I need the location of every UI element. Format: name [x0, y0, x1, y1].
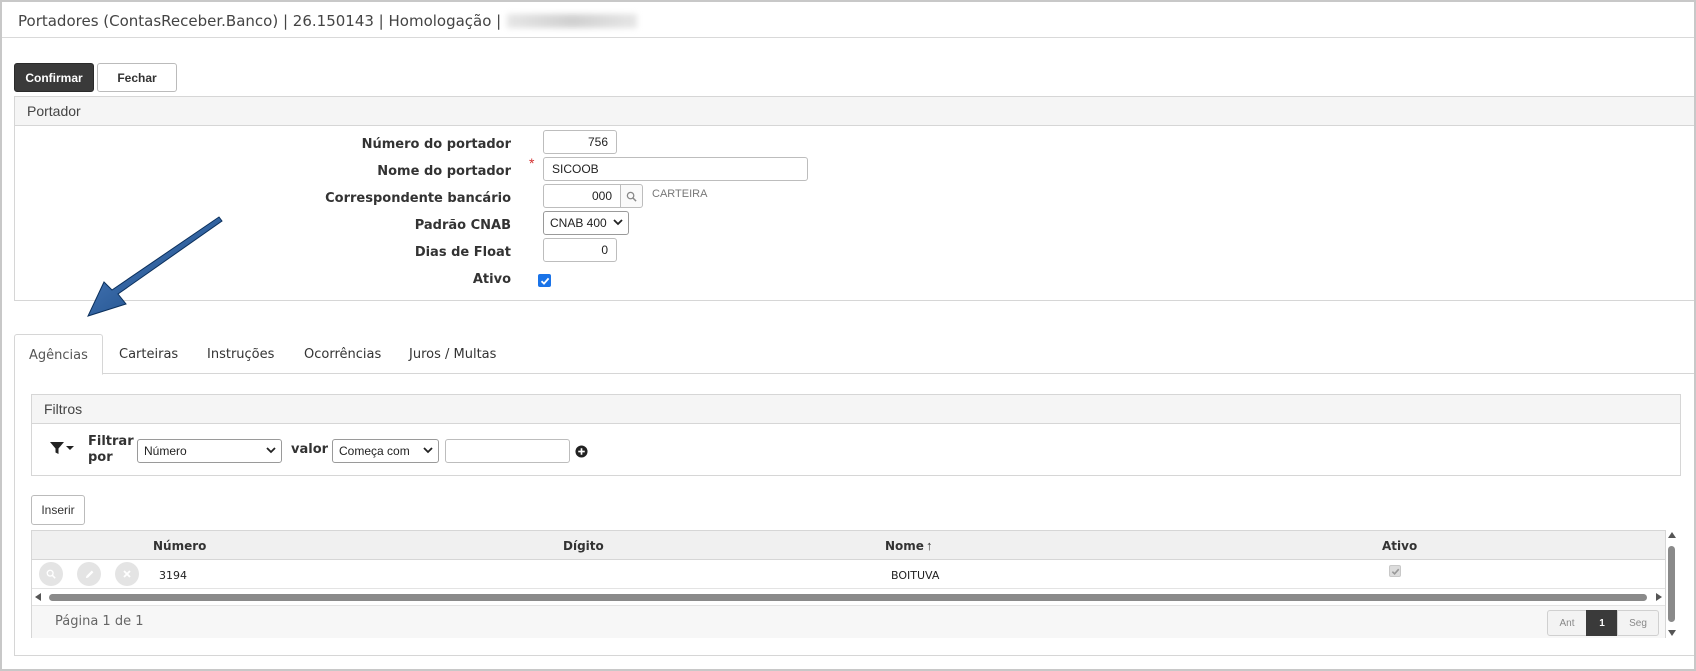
correspondente-lookup-button[interactable]: [620, 184, 643, 208]
column-header-numero[interactable]: Número: [153, 539, 206, 553]
column-header-digito[interactable]: Dígito: [563, 539, 604, 553]
padrao-cnab-value: CNAB 400: [550, 216, 607, 230]
numero-portador-label: Número do portador: [361, 137, 511, 152]
correspondente-label: Correspondente bancário: [325, 191, 511, 206]
insert-button[interactable]: Inserir: [31, 495, 85, 525]
required-marker: *: [529, 155, 535, 171]
portador-panel-header: Portador: [15, 97, 1694, 126]
scroll-right-icon[interactable]: [1655, 593, 1662, 601]
sort-ascending-icon: ↑: [925, 538, 933, 553]
filters-panel-header: Filtros: [32, 395, 1680, 424]
grid-horizontal-scrollbar[interactable]: [32, 591, 1665, 603]
tab-instrucoes[interactable]: Instruções: [207, 334, 274, 374]
correspondente-description: CARTEIRA: [652, 188, 708, 200]
view-row-button[interactable]: [39, 562, 63, 586]
filters-panel: Filtros: [31, 394, 1681, 476]
column-header-ativo[interactable]: Ativo: [1382, 539, 1417, 553]
annotation-arrow-icon: [87, 216, 223, 317]
ativo-checkbox[interactable]: [538, 274, 551, 287]
redacted-environment: [507, 14, 638, 28]
search-icon: [46, 569, 56, 579]
filter-menu-button[interactable]: [49, 440, 74, 456]
checkmark-icon: [540, 277, 549, 285]
edit-row-button[interactable]: [77, 562, 101, 586]
tab-ocorrencias[interactable]: Ocorrências: [304, 334, 381, 374]
chevron-down-icon: [423, 447, 433, 454]
correspondente-input[interactable]: 000: [543, 184, 621, 208]
caret-down-icon: [66, 446, 74, 450]
filter-icon: [50, 442, 64, 454]
dias-float-label: Dias de Float: [414, 245, 511, 260]
dias-float-input[interactable]: 0: [543, 238, 617, 262]
confirm-button-label: Confirmar: [25, 70, 83, 85]
confirm-button[interactable]: Confirmar: [14, 63, 94, 92]
chevron-down-icon: [613, 219, 623, 226]
delete-row-button[interactable]: [115, 562, 139, 586]
grid-footer: [32, 605, 1665, 638]
padrao-cnab-select[interactable]: CNAB 400: [543, 211, 629, 235]
ativo-label: Ativo: [472, 272, 511, 287]
column-header-nome-label: Nome: [885, 538, 924, 553]
add-filter-icon[interactable]: [575, 445, 588, 458]
cell-ativo-checkbox: [1389, 565, 1401, 577]
cell-nome: BOITUVA: [891, 569, 940, 582]
app-window: Portadores (ContasReceber.Banco) | 26.15…: [0, 0, 1696, 671]
pager-next-button[interactable]: Seg: [1617, 610, 1659, 636]
scroll-left-icon[interactable]: [35, 593, 42, 601]
close-button[interactable]: Fechar: [97, 63, 177, 92]
filter-operator-select[interactable]: Começa com: [332, 439, 439, 463]
filter-value-input[interactable]: [445, 439, 570, 463]
window-title-bar: Portadores (ContasReceber.Banco) | 26.15…: [2, 2, 1694, 38]
padrao-cnab-label: Padrão CNAB: [414, 218, 511, 233]
nome-portador-label: Nome do portador: [377, 164, 511, 179]
grid-header-row: [32, 531, 1665, 560]
pager-previous-button[interactable]: Ant: [1547, 610, 1587, 636]
checkmark-icon: [1391, 568, 1399, 575]
close-icon: [123, 570, 131, 578]
grid-vertical-scrollbar[interactable]: [1666, 530, 1678, 638]
filter-field-value: Número: [144, 444, 187, 458]
scroll-down-icon[interactable]: [1668, 629, 1676, 636]
filters-title: Filtros: [44, 401, 83, 417]
insert-button-label: Inserir: [41, 503, 75, 517]
page-info: Página 1 de 1: [55, 614, 144, 629]
value-label: valor: [291, 442, 329, 457]
vertical-scroll-thumb[interactable]: [1668, 546, 1675, 622]
search-icon: [626, 191, 637, 202]
filter-operator-value: Começa com: [339, 444, 410, 458]
numero-portador-input[interactable]: 756: [543, 130, 617, 154]
filter-by-label: Filtrar por: [88, 434, 134, 465]
table-row[interactable]: [32, 560, 1665, 589]
close-button-label: Fechar: [117, 70, 157, 85]
window-title: Portadores (ContasReceber.Banco) | 26.15…: [18, 12, 502, 30]
chevron-down-icon: [266, 447, 276, 454]
nome-portador-input[interactable]: SICOOB: [543, 157, 808, 181]
tab-carteiras[interactable]: Carteiras: [119, 334, 178, 374]
pencil-icon: [85, 570, 93, 578]
scroll-up-icon[interactable]: [1668, 532, 1676, 539]
portador-panel-title: Portador: [27, 103, 81, 119]
filter-field-select[interactable]: Número: [137, 439, 282, 463]
pager-current-page[interactable]: 1: [1586, 610, 1618, 636]
tab-juros-multas[interactable]: Juros / Multas: [409, 334, 496, 374]
horizontal-scroll-thumb[interactable]: [49, 594, 1647, 601]
cell-numero: 3194: [159, 569, 187, 582]
tab-agencias[interactable]: Agências: [14, 334, 103, 375]
column-header-nome[interactable]: Nome ↑: [885, 538, 932, 553]
